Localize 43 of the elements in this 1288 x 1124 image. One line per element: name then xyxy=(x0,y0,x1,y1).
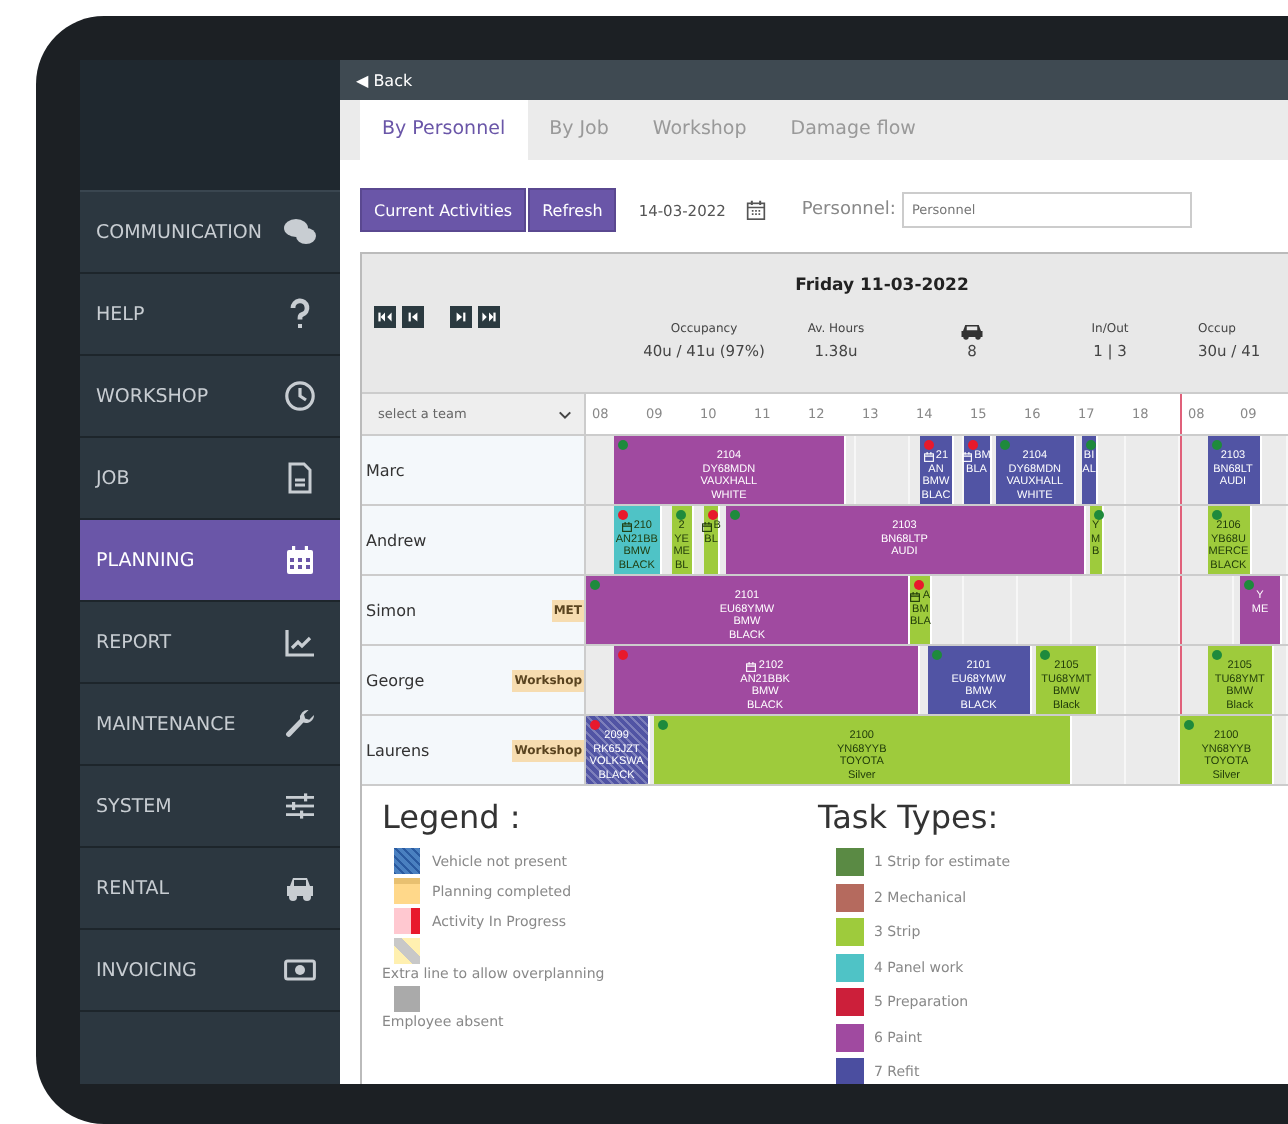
car-icon xyxy=(284,872,316,904)
doc-icon xyxy=(284,462,316,494)
sidebar-item[interactable]: REPORT xyxy=(80,602,340,684)
legend-swatch xyxy=(394,938,420,964)
money-icon xyxy=(284,954,316,986)
sidebar-item[interactable]: WORKSHOP xyxy=(80,356,340,438)
legend-title: Legend : xyxy=(382,798,523,836)
wrench-icon xyxy=(284,708,316,740)
legend-swatch xyxy=(394,908,420,934)
employee-name: Andrew xyxy=(366,531,427,549)
skip-forward-icon[interactable] xyxy=(478,306,500,328)
step-back-icon[interactable] xyxy=(402,306,424,328)
tab[interactable]: By Personnel xyxy=(360,100,528,160)
chat-icon xyxy=(284,216,316,248)
back-link[interactable]: ◀ Back xyxy=(356,71,413,89)
toolbar-button[interactable]: Current Activities xyxy=(360,188,527,232)
task-types-title: Task Types: xyxy=(818,798,1001,836)
sliders-icon xyxy=(284,790,316,822)
sidebar-item[interactable]: SYSTEM xyxy=(80,766,340,848)
sidebar-item[interactable]: MAINTENANCE xyxy=(80,684,340,766)
calendar-icon[interactable] xyxy=(745,200,766,220)
legend-swatch xyxy=(394,986,420,1012)
step-forward-icon[interactable] xyxy=(450,306,472,328)
employee-name: Laurens xyxy=(366,741,430,759)
personnel-label: Personnel: xyxy=(801,200,896,220)
sidebar-item[interactable]: PLANNING xyxy=(80,520,340,602)
legend-swatch xyxy=(394,848,420,874)
employee-name: Marc xyxy=(366,461,405,479)
sidebar-item[interactable]: RENTAL xyxy=(80,848,340,930)
skip-back-icon[interactable] xyxy=(374,306,396,328)
legend-swatch xyxy=(394,878,420,904)
employee-name: George xyxy=(366,671,425,689)
sidebar-item[interactable]: INVOICING xyxy=(80,930,340,1012)
clock-icon xyxy=(284,380,316,412)
employee-name: Simon xyxy=(366,601,417,619)
chart-icon xyxy=(284,626,316,658)
sidebar-item[interactable]: COMMUNICATION xyxy=(80,192,340,274)
day-title: Friday 11-03-2022 xyxy=(793,274,971,296)
sidebar-item[interactable]: HELP xyxy=(80,274,340,356)
chevron-down-icon xyxy=(558,409,572,419)
car-icon xyxy=(960,322,984,340)
calendar-icon xyxy=(284,544,316,576)
toolbar-button[interactable]: Refresh xyxy=(528,188,617,232)
